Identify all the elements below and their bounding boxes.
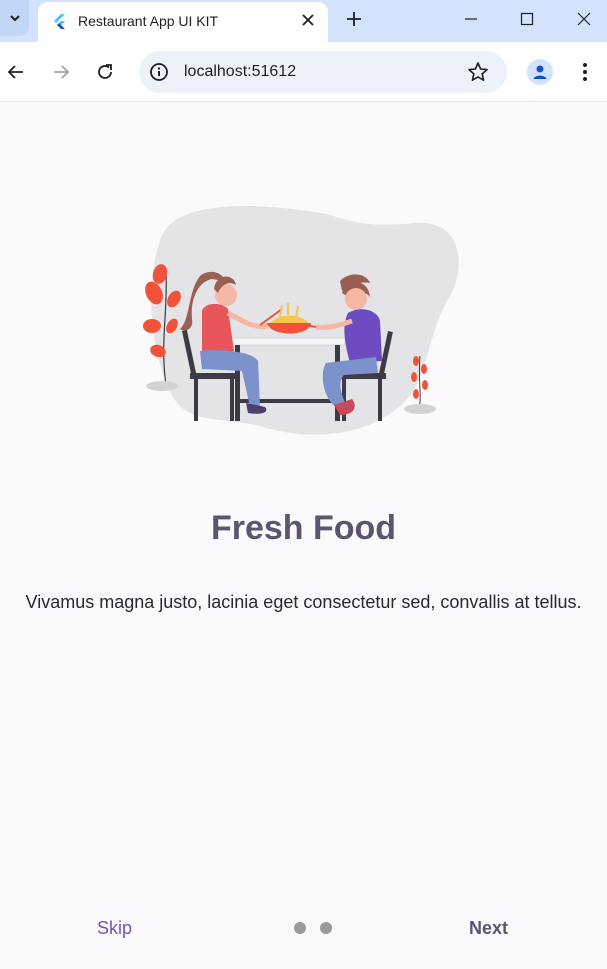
close-icon	[302, 14, 314, 26]
browser-tab[interactable]: Restaurant App UI KIT	[38, 2, 328, 42]
tab-close-button[interactable]	[298, 10, 318, 30]
arrow-left-icon	[7, 65, 23, 79]
maximize-button[interactable]	[512, 6, 542, 32]
browser-tabstrip: Restaurant App UI KIT	[0, 0, 607, 42]
page-dot[interactable]	[320, 922, 332, 934]
maximize-icon	[520, 12, 534, 26]
flutter-icon	[54, 14, 65, 29]
browser-menu-button[interactable]	[574, 60, 596, 84]
minimize-icon	[465, 18, 477, 20]
info-icon[interactable]	[149, 62, 169, 82]
address-bar[interactable]: localhost:51612	[139, 51, 507, 93]
tab-title: Restaurant App UI KIT	[78, 13, 219, 29]
back-button[interactable]	[2, 58, 30, 86]
url-text[interactable]: localhost:51612	[184, 63, 296, 81]
close-icon	[577, 12, 591, 26]
page-dot[interactable]	[294, 922, 306, 934]
profile-button[interactable]	[527, 59, 553, 85]
tab-search-button[interactable]	[0, 0, 29, 36]
skip-button[interactable]: Skip	[97, 918, 132, 939]
arrow-right-icon	[54, 65, 70, 79]
page-indicator	[294, 922, 332, 934]
close-window-button[interactable]	[569, 6, 599, 32]
onboarding-description: Vivamus magna justo, lacinia eget consec…	[25, 592, 582, 612]
new-tab-button[interactable]	[342, 7, 366, 31]
star-icon[interactable]	[467, 61, 489, 83]
onboarding-screen: Fresh Food Vivamus magna justo, lacinia …	[0, 103, 607, 969]
chevron-down-icon	[9, 15, 20, 22]
minimize-button[interactable]	[456, 6, 486, 32]
browser-toolbar: localhost:51612	[0, 42, 607, 102]
reload-icon	[98, 64, 112, 79]
person-icon	[533, 65, 547, 79]
plus-icon	[347, 12, 361, 26]
onboarding-title: Fresh Food	[210, 509, 397, 547]
reload-button[interactable]	[91, 58, 119, 86]
couple-dining-illustration	[143, 206, 459, 435]
next-button[interactable]: Next	[469, 918, 508, 939]
kebab-menu-icon	[583, 63, 587, 81]
forward-button[interactable]	[47, 58, 75, 86]
